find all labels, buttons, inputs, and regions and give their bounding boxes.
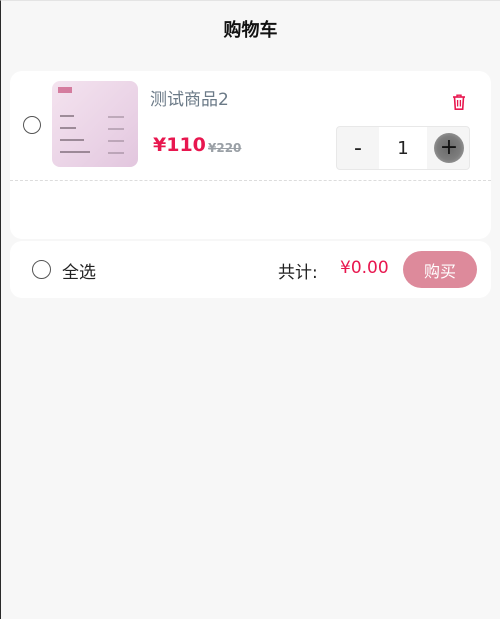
thumbnail-line	[60, 127, 76, 129]
thumbnail-line	[108, 152, 124, 154]
total-amount: ¥0.00	[340, 258, 389, 278]
header-bar: 购物车	[1, 1, 500, 57]
product-original-price: ¥220	[208, 141, 242, 155]
item-divider	[10, 180, 491, 181]
product-thumbnail[interactable]	[52, 81, 138, 167]
page-title: 购物车	[223, 20, 278, 41]
cart-item-card: 测试商品2 ¥110 ¥220 - 1 +	[10, 71, 491, 239]
checkout-bar: 全选 共计: ¥0.00 购买	[10, 241, 491, 298]
decrease-quantity-button[interactable]: -	[337, 127, 379, 169]
trash-icon[interactable]	[451, 93, 467, 111]
product-name[interactable]: 测试商品2	[150, 85, 229, 110]
thumbnail-logo-mark	[58, 87, 72, 93]
quantity-stepper: - 1 +	[336, 126, 470, 170]
thumbnail-line	[108, 116, 124, 118]
app-frame: 购物车 测试商品2 ¥110 ¥220 - 1 + 全选 共计: ¥0.00 购…	[0, 0, 500, 619]
product-price: ¥110	[153, 134, 206, 156]
quantity-input[interactable]: 1	[379, 127, 427, 169]
thumbnail-line	[108, 140, 124, 142]
thumbnail-line	[60, 151, 90, 153]
select-all-label[interactable]: 全选	[62, 258, 96, 283]
item-select-radio[interactable]	[23, 116, 41, 134]
increase-quantity-button[interactable]: +	[434, 133, 464, 163]
buy-button[interactable]: 购买	[403, 251, 477, 288]
thumbnail-line	[60, 115, 74, 117]
total-label: 共计:	[278, 263, 318, 283]
select-all-radio[interactable]	[32, 260, 51, 279]
thumbnail-line	[108, 128, 124, 130]
thumbnail-line	[60, 139, 84, 141]
